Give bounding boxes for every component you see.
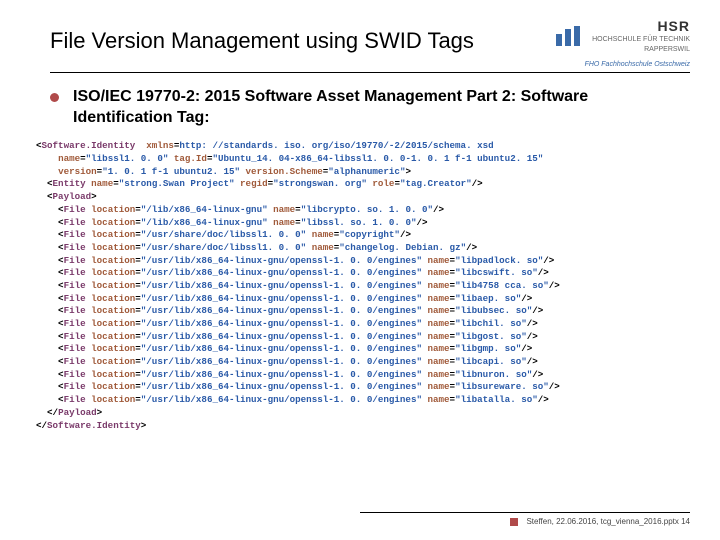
bullet-text: ISO/IEC 19770-2: 2015 Software Asset Man… — [73, 87, 680, 129]
slide-footer: Steffen, 22.06.2016, tcg_vienna_2016.ppt… — [360, 512, 690, 526]
bullet-dot-icon — [50, 93, 59, 102]
logo-subtitle-1: HOCHSCHULE FÜR TECHNIK — [592, 36, 690, 44]
footer-text: Steffen, 22.06.2016, tcg_vienna_2016.ppt… — [526, 517, 690, 526]
org-logo: HSR HOCHSCHULE FÜR TECHNIK RAPPERSWIL FH… — [556, 18, 690, 68]
logo-subtitle-2: RAPPERSWIL — [592, 46, 690, 54]
footer-square-icon — [510, 518, 518, 526]
page-title: File Version Management using SWID Tags — [50, 18, 474, 54]
xml-code-block: <Software.Identity xmlns=http: //standar… — [0, 128, 720, 432]
logo-subtitle-3: FHO Fachhochschule Ostschweiz — [556, 61, 690, 68]
logo-bars-icon — [556, 26, 584, 46]
logo-text: HSR — [592, 18, 690, 34]
